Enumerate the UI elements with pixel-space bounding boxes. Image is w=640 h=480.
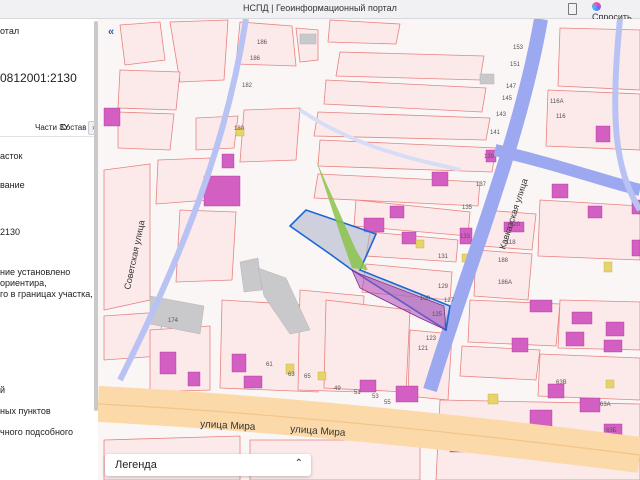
house-number: 129 [438,284,449,290]
house-number: 143 [496,112,507,118]
house-number: 180 [234,126,245,132]
house-number: 123 [426,336,437,342]
house-number: 135 [462,205,473,211]
house-number: 141 [490,130,501,136]
house-number: 116А [550,99,564,105]
house-number: 131 [438,254,449,260]
house-number: 186А [498,280,512,286]
house-number: 63А [600,402,611,408]
info-line: ориентира, [0,278,47,288]
house-number: 145 [502,96,513,102]
info-line: 2130 [0,227,21,237]
house-number: 116 [556,114,566,120]
info-line: го в границах участка, [0,289,93,299]
info-line: ние установлено [0,267,71,277]
house-number: 61 [266,362,273,368]
map-canvas[interactable]: улица Мира улица Мира Советская улица Ка… [98,19,640,480]
house-number: 55 [384,400,391,406]
house-number: 127 [444,298,455,304]
page-title: НСПД | Геоинформационный портал [243,3,397,13]
house-number: 182 [242,83,253,89]
house-number: 186 [250,56,261,62]
info-line: асток [0,151,23,161]
house-number: 51 [354,390,361,396]
chevron-updown-icon: ⌃ [294,458,303,469]
tabs-divider [0,136,95,137]
house-number: 133 [460,234,471,240]
cadastral-number: 0812001:2130 [0,71,77,85]
house-number: 139 [484,154,495,160]
legend-dropdown[interactable]: Легенда ⌃ [105,454,311,476]
house-number: 65 [304,374,311,380]
house-number: 174 [168,318,179,324]
info-panel: отал 0812001:2130 Части ЗУ Состав › асто… [0,19,98,480]
house-number: 120 [510,222,521,228]
collapse-panel-button[interactable]: « [104,25,118,39]
legend-label: Легенда [115,459,157,471]
house-number: 186 [257,40,268,46]
house-number: 100 [420,296,431,302]
house-number: 63 [288,372,295,378]
info-line: чного подсобного [0,427,74,437]
house-number: 188 [498,258,509,264]
house-number: 137 [476,182,487,188]
house-number: 147 [506,84,517,90]
info-line: ных пунктов [0,406,51,416]
panel-header: отал [0,26,20,36]
info-line: вание [0,180,25,190]
browser-title-bar: НСПД | Геоинформационный портал Спросить [0,0,640,22]
document-icon[interactable] [568,3,577,15]
house-number: 63Б [606,428,617,434]
house-number: 121 [418,346,429,352]
tab-composition[interactable]: Состав [60,123,87,132]
house-number: 151 [510,62,521,68]
info-line: й [0,385,6,395]
ai-icon [592,2,601,11]
house-number: 63В [556,380,567,386]
house-number: 153 [513,45,524,51]
house-number: 53 [372,394,379,400]
house-number: 125 [432,312,443,318]
house-number: 49 [334,386,341,392]
house-number: 118 [506,240,516,246]
